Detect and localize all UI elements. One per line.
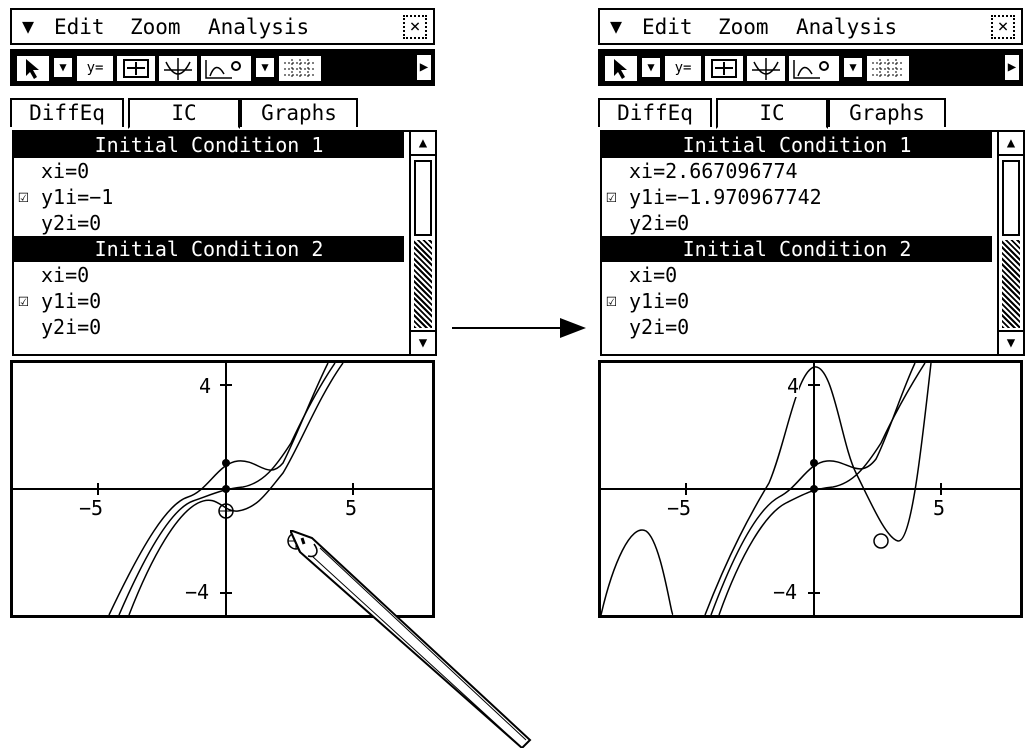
ic1-header: Initial Condition 1 bbox=[602, 132, 992, 158]
close-icon[interactable]: × bbox=[991, 15, 1015, 39]
toolbar: ▼ y= ▼ ▶ bbox=[598, 49, 1023, 86]
menu-zoom[interactable]: Zoom bbox=[718, 15, 769, 39]
y-tick-bottom: −4 bbox=[185, 580, 210, 604]
menu-bar: ▼ Edit Zoom Analysis × bbox=[10, 8, 435, 45]
menu-edit[interactable]: Edit bbox=[642, 15, 693, 39]
graph-window[interactable]: 4 −4 −5 5 bbox=[598, 360, 1023, 618]
table-icon[interactable]: y= bbox=[76, 55, 114, 82]
checkbox-icon[interactable]: ☑ bbox=[18, 288, 29, 314]
tab-ic[interactable]: IC bbox=[128, 98, 240, 129]
dropdown-arrow-icon[interactable]: ▼ bbox=[642, 58, 660, 77]
close-icon[interactable]: × bbox=[403, 15, 427, 39]
tab-bar: DiffEq IC Graphs bbox=[10, 98, 435, 130]
chevron-down-icon[interactable]: ▼ bbox=[610, 16, 622, 36]
checkbox-icon[interactable]: ☑ bbox=[606, 288, 617, 314]
tab-graphs[interactable]: Graphs bbox=[828, 98, 946, 127]
menu-zoom[interactable]: Zoom bbox=[130, 15, 181, 39]
scroll-down-icon[interactable]: ▼ bbox=[411, 330, 435, 354]
grid-icon[interactable] bbox=[278, 55, 322, 82]
scroll-track[interactable] bbox=[414, 240, 432, 328]
zoom-box-icon[interactable] bbox=[116, 55, 156, 82]
ic1-header: Initial Condition 1 bbox=[14, 132, 404, 158]
menu-analysis[interactable]: Analysis bbox=[208, 15, 309, 39]
x-tick-left: −5 bbox=[667, 496, 692, 520]
ic2-y2i: y2i=0 bbox=[629, 315, 690, 339]
ic1-xi-row[interactable]: xi=2.667096774 bbox=[602, 158, 992, 184]
ic2-xi: xi=0 bbox=[629, 263, 678, 287]
scrollbar[interactable]: ▲ ▼ bbox=[409, 132, 435, 354]
scroll-right-icon[interactable]: ▶ bbox=[1005, 55, 1019, 80]
calculator-screen-before: ▼ Edit Zoom Analysis × ▼ y= ▼ ▶ DiffEq I… bbox=[10, 8, 437, 620]
ic1-y2i: y2i=0 bbox=[629, 211, 690, 235]
x-tick-right: 5 bbox=[933, 496, 946, 520]
scroll-right-icon[interactable]: ▶ bbox=[417, 55, 431, 80]
scroll-track[interactable] bbox=[1002, 240, 1020, 328]
ic2-header: Initial Condition 2 bbox=[14, 236, 404, 262]
ic2-y2i-row[interactable]: y2i=0 bbox=[14, 314, 404, 340]
scroll-thumb[interactable] bbox=[414, 160, 432, 236]
pointer-icon[interactable] bbox=[16, 55, 50, 82]
y-tick-bottom: −4 bbox=[773, 580, 798, 604]
dropdown-arrow-icon[interactable]: ▼ bbox=[256, 58, 274, 77]
scroll-thumb[interactable] bbox=[1002, 160, 1020, 236]
tab-graphs[interactable]: Graphs bbox=[240, 98, 358, 127]
ic1-y1i-row[interactable]: ☑ y1i=−1 bbox=[14, 184, 404, 210]
tab-bar: DiffEq IC Graphs bbox=[598, 98, 1023, 130]
ic1-y2i: y2i=0 bbox=[41, 211, 102, 235]
scroll-up-icon[interactable]: ▲ bbox=[411, 132, 435, 156]
ic1-y1i-row[interactable]: ☑ y1i=−1.970967742 bbox=[602, 184, 992, 210]
menu-bar: ▼ Edit Zoom Analysis × bbox=[598, 8, 1023, 45]
toolbar: ▼ y= ▼ ▶ bbox=[10, 49, 435, 86]
initial-condition-list: Initial Condition 1 xi=2.667096774 ☑ y1i=… bbox=[600, 130, 1025, 356]
initial-condition-list: Initial Condition 1 xi=0 ☑ y1i=−1 y2i=0 I… bbox=[12, 130, 437, 356]
checkbox-icon[interactable]: ☑ bbox=[606, 184, 617, 210]
ic1-y2i-row[interactable]: y2i=0 bbox=[14, 210, 404, 236]
dropdown-arrow-icon[interactable]: ▼ bbox=[54, 58, 72, 77]
calculator-screen-after: ▼ Edit Zoom Analysis × ▼ y= ▼ ▶ DiffEq I… bbox=[598, 8, 1025, 620]
ic2-y1i-row[interactable]: ☑ y1i=0 bbox=[602, 288, 992, 314]
ic2-y2i-row[interactable]: y2i=0 bbox=[602, 314, 992, 340]
grid-icon[interactable] bbox=[866, 55, 910, 82]
dropdown-arrow-icon[interactable]: ▼ bbox=[844, 58, 862, 77]
right-arrow-icon bbox=[452, 318, 586, 338]
ic1-y2i-row[interactable]: y2i=0 bbox=[602, 210, 992, 236]
tab-diffeq[interactable]: DiffEq bbox=[10, 98, 124, 127]
zoom-box-icon[interactable] bbox=[704, 55, 744, 82]
ic1-xi: xi=2.667096774 bbox=[629, 159, 798, 183]
ic2-header: Initial Condition 2 bbox=[602, 236, 992, 262]
axes-icon[interactable] bbox=[158, 55, 198, 82]
checkbox-icon[interactable]: ☑ bbox=[18, 184, 29, 210]
ic2-y2i: y2i=0 bbox=[41, 315, 102, 339]
y-tick-top: 4 bbox=[199, 374, 212, 398]
ic1-xi-row[interactable]: xi=0 bbox=[14, 158, 404, 184]
pointer-icon[interactable] bbox=[604, 55, 638, 82]
menu-edit[interactable]: Edit bbox=[54, 15, 105, 39]
axes-icon[interactable] bbox=[746, 55, 786, 82]
ic1-y1i: y1i=−1.970967742 bbox=[629, 185, 822, 209]
ic2-y1i: y1i=0 bbox=[41, 289, 102, 313]
scrollbar[interactable]: ▲ ▼ bbox=[997, 132, 1023, 354]
scroll-up-icon[interactable]: ▲ bbox=[999, 132, 1023, 156]
solution-curve-icon[interactable] bbox=[200, 55, 252, 82]
stylus-pen-icon bbox=[290, 530, 532, 748]
ic2-y1i: y1i=0 bbox=[629, 289, 690, 313]
tab-ic[interactable]: IC bbox=[716, 98, 828, 129]
ic1-xi: xi=0 bbox=[41, 159, 90, 183]
table-icon[interactable]: y= bbox=[664, 55, 702, 82]
ic1-y1i: y1i=−1 bbox=[41, 185, 114, 209]
solution-curve-icon[interactable] bbox=[788, 55, 840, 82]
slope-field-plot[interactable] bbox=[601, 363, 1020, 615]
menu-analysis[interactable]: Analysis bbox=[796, 15, 897, 39]
ic2-xi: xi=0 bbox=[41, 263, 90, 287]
x-tick-right: 5 bbox=[345, 496, 358, 520]
x-tick-left: −5 bbox=[79, 496, 104, 520]
chevron-down-icon[interactable]: ▼ bbox=[22, 16, 34, 36]
scroll-down-icon[interactable]: ▼ bbox=[999, 330, 1023, 354]
ic2-xi-row[interactable]: xi=0 bbox=[602, 262, 992, 288]
y-tick-top: 4 bbox=[787, 374, 800, 398]
tab-diffeq[interactable]: DiffEq bbox=[598, 98, 712, 127]
ic2-y1i-row[interactable]: ☑ y1i=0 bbox=[14, 288, 404, 314]
ic2-xi-row[interactable]: xi=0 bbox=[14, 262, 404, 288]
